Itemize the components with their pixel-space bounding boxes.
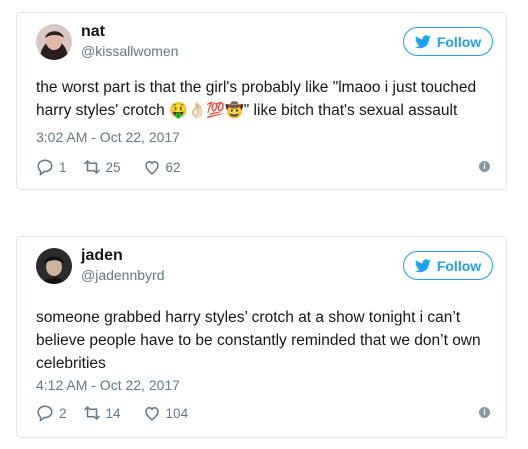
heart-icon: [144, 160, 159, 175]
follow-button[interactable]: Follow: [403, 27, 493, 56]
twitter-bird-icon: [414, 34, 431, 48]
reply-count: 1: [59, 159, 67, 175]
info-icon[interactable]: i: [479, 161, 490, 172]
reply-button[interactable]: 2: [36, 404, 67, 422]
tweet-card: jaden @jadennbyrd Follow someone grabbed…: [16, 236, 507, 438]
like-button[interactable]: 104: [143, 404, 189, 422]
tweet-actions: 1 25 62: [36, 158, 181, 176]
tweet-text: someone grabbed harry styles’ crotch at …: [36, 309, 481, 372]
retweet-count: 25: [105, 159, 121, 175]
user-handle[interactable]: @kissallwomen: [81, 43, 178, 59]
reply-icon: [37, 405, 53, 422]
follow-label: Follow: [436, 257, 482, 274]
display-name[interactable]: jaden: [81, 247, 123, 265]
avatar[interactable]: [36, 248, 72, 284]
twitter-bird-icon: [414, 258, 431, 272]
timestamp[interactable]: 4:12 AM - Oct 22, 2017: [36, 377, 180, 393]
follow-label: Follow: [436, 33, 482, 50]
retweet-icon: [83, 405, 100, 421]
tweet-emojis: 🤑👌🏻💯🤠: [169, 101, 244, 119]
reply-button[interactable]: 1: [36, 158, 67, 176]
like-button[interactable]: 62: [143, 158, 181, 176]
retweet-count: 14: [105, 405, 121, 421]
retweet-icon: [83, 159, 100, 175]
heart-icon: [144, 406, 159, 421]
retweet-button[interactable]: 25: [83, 158, 121, 176]
avatar[interactable]: [36, 24, 72, 60]
info-icon[interactable]: i: [479, 407, 490, 418]
tweet-text-part: " like bitch that's sexual assault: [243, 102, 458, 119]
follow-button[interactable]: Follow: [403, 251, 493, 280]
retweet-button[interactable]: 14: [83, 404, 121, 422]
tweet-text: the worst part is that the girl's probab…: [36, 76, 496, 122]
tweet-actions: 2 14 104: [36, 404, 188, 422]
reply-count: 2: [59, 405, 67, 421]
timestamp[interactable]: 3:02 AM - Oct 22, 2017: [36, 129, 180, 145]
tweet-card: nat @kissallwomen Follow the worst part …: [16, 12, 507, 190]
user-handle[interactable]: @jadennbyrd: [81, 267, 165, 283]
like-count: 104: [165, 405, 189, 421]
reply-icon: [37, 159, 53, 176]
like-count: 62: [165, 159, 181, 175]
display-name[interactable]: nat: [81, 23, 105, 41]
